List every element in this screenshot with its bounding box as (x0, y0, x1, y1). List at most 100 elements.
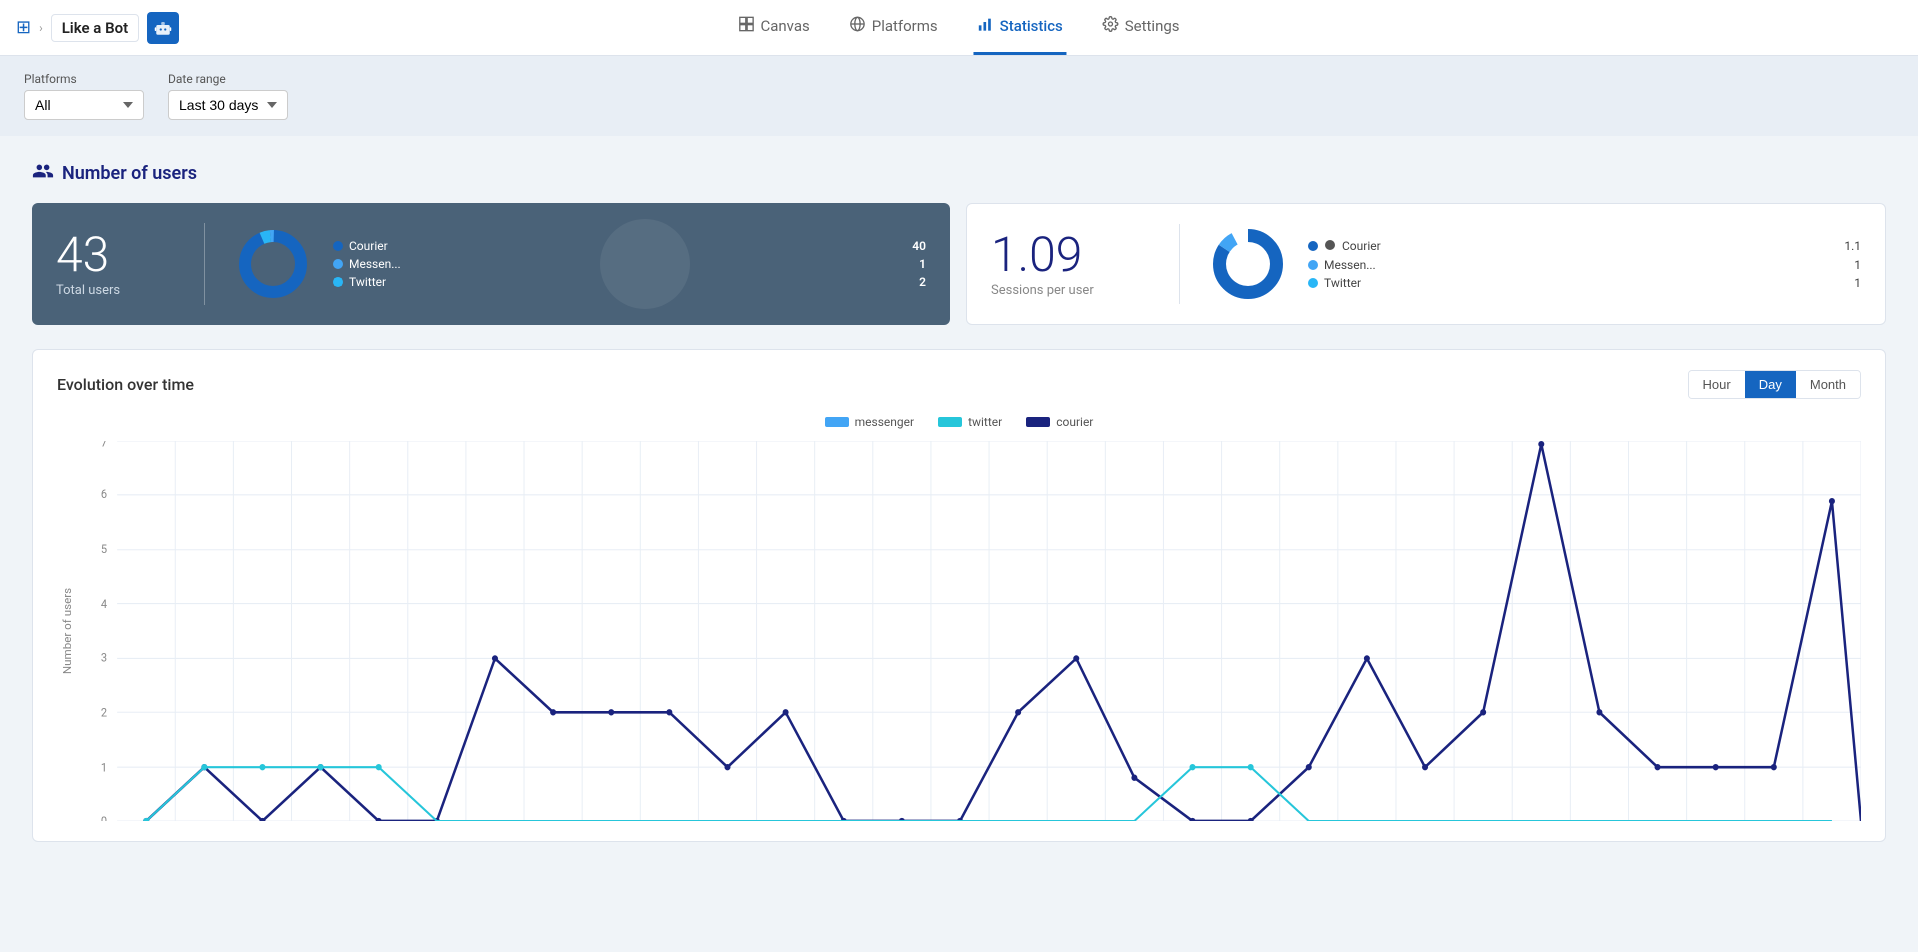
canvas-icon (738, 16, 754, 36)
courier-point (1015, 709, 1021, 715)
sessions-messenger-name: Messen... (1324, 258, 1376, 272)
statistics-icon (978, 16, 994, 36)
nav-statistics-label: Statistics (1000, 17, 1063, 35)
svg-text:6: 6 (101, 487, 107, 501)
messenger-legend-label: messenger (855, 415, 914, 429)
time-buttons: Hour Day Month (1688, 370, 1861, 399)
twitter-point (201, 764, 207, 770)
courier-legend-color (1026, 417, 1050, 427)
twitter-point (318, 764, 324, 770)
bot-name: Like a Bot (51, 14, 139, 42)
twitter-point (1248, 764, 1254, 770)
bot-icon (147, 12, 179, 44)
platforms-filter-label: Platforms (24, 72, 144, 86)
breadcrumb-chevron: › (39, 21, 43, 35)
svg-text:2: 2 (101, 705, 107, 719)
nav-statistics[interactable]: Statistics (974, 0, 1067, 55)
svg-text:7: 7 (101, 441, 107, 449)
nav-settings-label: Settings (1125, 17, 1180, 35)
hour-button[interactable]: Hour (1689, 371, 1745, 398)
users-total-section: 43 Total users (56, 231, 176, 298)
users-donut-chart (233, 224, 313, 304)
courier-point (492, 655, 498, 661)
users-total-number: 43 (56, 231, 176, 279)
filter-bar: Platforms All Courier Messenger Twitter … (0, 56, 1918, 136)
sessions-card-divider (1179, 224, 1180, 304)
nav-settings[interactable]: Settings (1099, 0, 1184, 55)
svg-text:1: 1 (101, 760, 107, 774)
chart-title: Evolution over time (57, 375, 194, 394)
nav-center: Canvas Platforms Statistics Settings (734, 0, 1183, 55)
courier-point (1306, 764, 1312, 770)
courier-point (1771, 764, 1777, 770)
evolution-chart-card: Evolution over time Hour Day Month messe… (32, 349, 1886, 842)
sessions-donut-section: Courier 1.1 Messen... 1 Twitter 1 (1208, 224, 1861, 304)
svg-text:Number of users: Number of users (60, 588, 74, 674)
settings-icon (1103, 16, 1119, 36)
sessions-messenger-value: 1 (1854, 258, 1861, 272)
grid-icon[interactable]: ⊞ (16, 17, 31, 38)
nav-left: ⊞ › Like a Bot (16, 12, 179, 44)
courier-point (1073, 655, 1079, 661)
sessions-twitter-name: Twitter (1324, 276, 1361, 290)
twitter-value: 2 (919, 275, 926, 289)
legend-twitter: twitter (938, 415, 1002, 429)
nav-canvas-label: Canvas (760, 17, 809, 35)
section-title-text: Number of users (62, 163, 197, 184)
sessions-messenger-dot (1308, 260, 1318, 270)
sessions-twitter-value: 1 (1854, 276, 1861, 290)
users-title-icon (32, 160, 54, 187)
twitter-point (259, 764, 265, 770)
svg-text:3: 3 (101, 650, 107, 664)
sessions-twitter-item: Twitter 1 (1308, 276, 1861, 290)
twitter-point (376, 764, 382, 770)
courier-point (666, 709, 672, 715)
courier-legend-label: courier (1056, 415, 1093, 429)
nav-platforms[interactable]: Platforms (846, 0, 942, 55)
sessions-messenger-item: Messen... 1 (1308, 258, 1861, 272)
users-card-divider (204, 223, 205, 305)
courier-value: 40 (912, 239, 926, 253)
circle-decoration (600, 219, 690, 309)
sessions-courier-dot (1308, 241, 1318, 251)
courier-point (1364, 655, 1370, 661)
sessions-courier-name: Courier (1342, 239, 1381, 253)
twitter-point (1190, 764, 1196, 770)
messenger-dot (333, 259, 343, 269)
legend-courier: courier (1026, 415, 1093, 429)
users-total-label: Total users (56, 283, 176, 298)
platforms-filter-select[interactable]: All Courier Messenger Twitter (24, 90, 144, 120)
platforms-icon (850, 16, 866, 36)
chart-area: 0 1 2 3 4 5 6 7 Number of users (57, 441, 1861, 821)
sessions-twitter-dot (1308, 278, 1318, 288)
twitter-legend-color (938, 417, 962, 427)
courier-point (608, 709, 614, 715)
courier-point (1422, 764, 1428, 770)
nav-canvas[interactable]: Canvas (734, 0, 813, 55)
section-title: Number of users (32, 160, 1886, 187)
date-range-filter-select[interactable]: Last 7 days Last 30 days Last 90 days Cu… (168, 90, 288, 120)
courier-point (550, 709, 556, 715)
month-button[interactable]: Month (1796, 371, 1860, 398)
date-range-filter-label: Date range (168, 72, 288, 86)
courier-point (1480, 709, 1486, 715)
twitter-dot (333, 277, 343, 287)
users-stat-card: 43 Total users Courier (32, 203, 950, 325)
courier-point (1713, 764, 1719, 770)
chart-svg: 0 1 2 3 4 5 6 7 Number of users (57, 441, 1861, 821)
sessions-total-number: 1.09 (991, 231, 1151, 279)
svg-text:0: 0 (101, 814, 107, 821)
main-content: Number of users 43 Total users (0, 136, 1918, 866)
courier-point (1131, 775, 1137, 781)
messenger-legend-color (825, 417, 849, 427)
day-button[interactable]: Day (1745, 371, 1796, 398)
svg-text:5: 5 (101, 542, 107, 556)
users-donut-section: Courier 40 Messen... 1 Twitter 2 (233, 224, 926, 304)
sessions-legend: Courier 1.1 Messen... 1 Twitter 1 (1308, 239, 1861, 290)
sessions-donut-chart (1208, 224, 1288, 304)
courier-point (724, 764, 730, 770)
twitter-legend-label: twitter (968, 415, 1002, 429)
top-nav: ⊞ › Like a Bot Canvas Platforms Statisti… (0, 0, 1918, 56)
platforms-filter-group: Platforms All Courier Messenger Twitter (24, 72, 144, 120)
courier-point (1829, 498, 1835, 504)
